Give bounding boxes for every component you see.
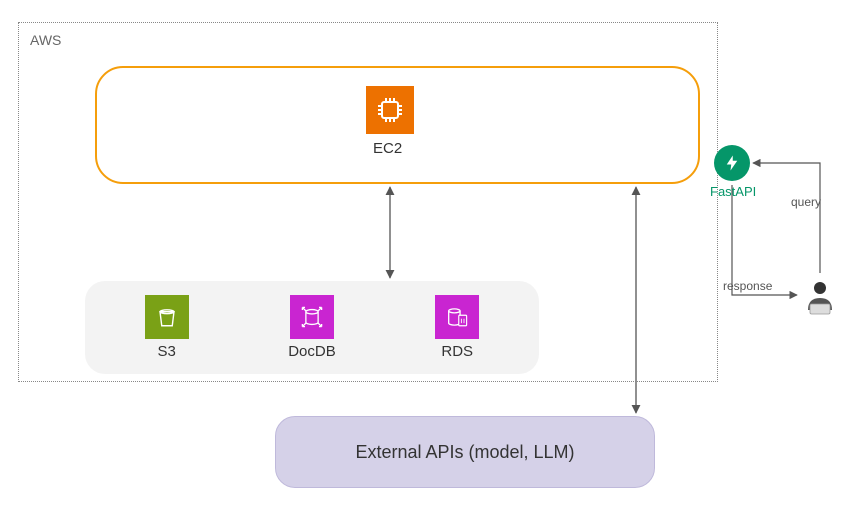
s3-icon <box>145 295 189 339</box>
rds-label: RDS <box>441 343 473 360</box>
rds-icon <box>435 295 479 339</box>
docdb-node: DocDB <box>288 295 336 360</box>
ec2-label: EC2 <box>373 140 402 157</box>
s3-node: S3 <box>145 295 189 360</box>
external-apis-box: External APIs (model, LLM) <box>275 416 655 488</box>
aws-label: AWS <box>30 32 61 48</box>
query-flow-label: query <box>791 195 821 209</box>
external-apis-label: External APIs (model, LLM) <box>355 442 574 463</box>
docdb-icon <box>290 295 334 339</box>
storage-group: S3 DocDB RDS <box>85 281 539 374</box>
ec2-icon <box>366 86 414 134</box>
s3-label: S3 <box>158 343 176 360</box>
fastapi-icon <box>714 145 750 181</box>
docdb-label: DocDB <box>288 343 336 360</box>
user-icon <box>800 276 840 316</box>
fastapi-label: FastAPI <box>710 184 756 199</box>
rds-node: RDS <box>435 295 479 360</box>
response-flow-label: response <box>723 279 772 293</box>
